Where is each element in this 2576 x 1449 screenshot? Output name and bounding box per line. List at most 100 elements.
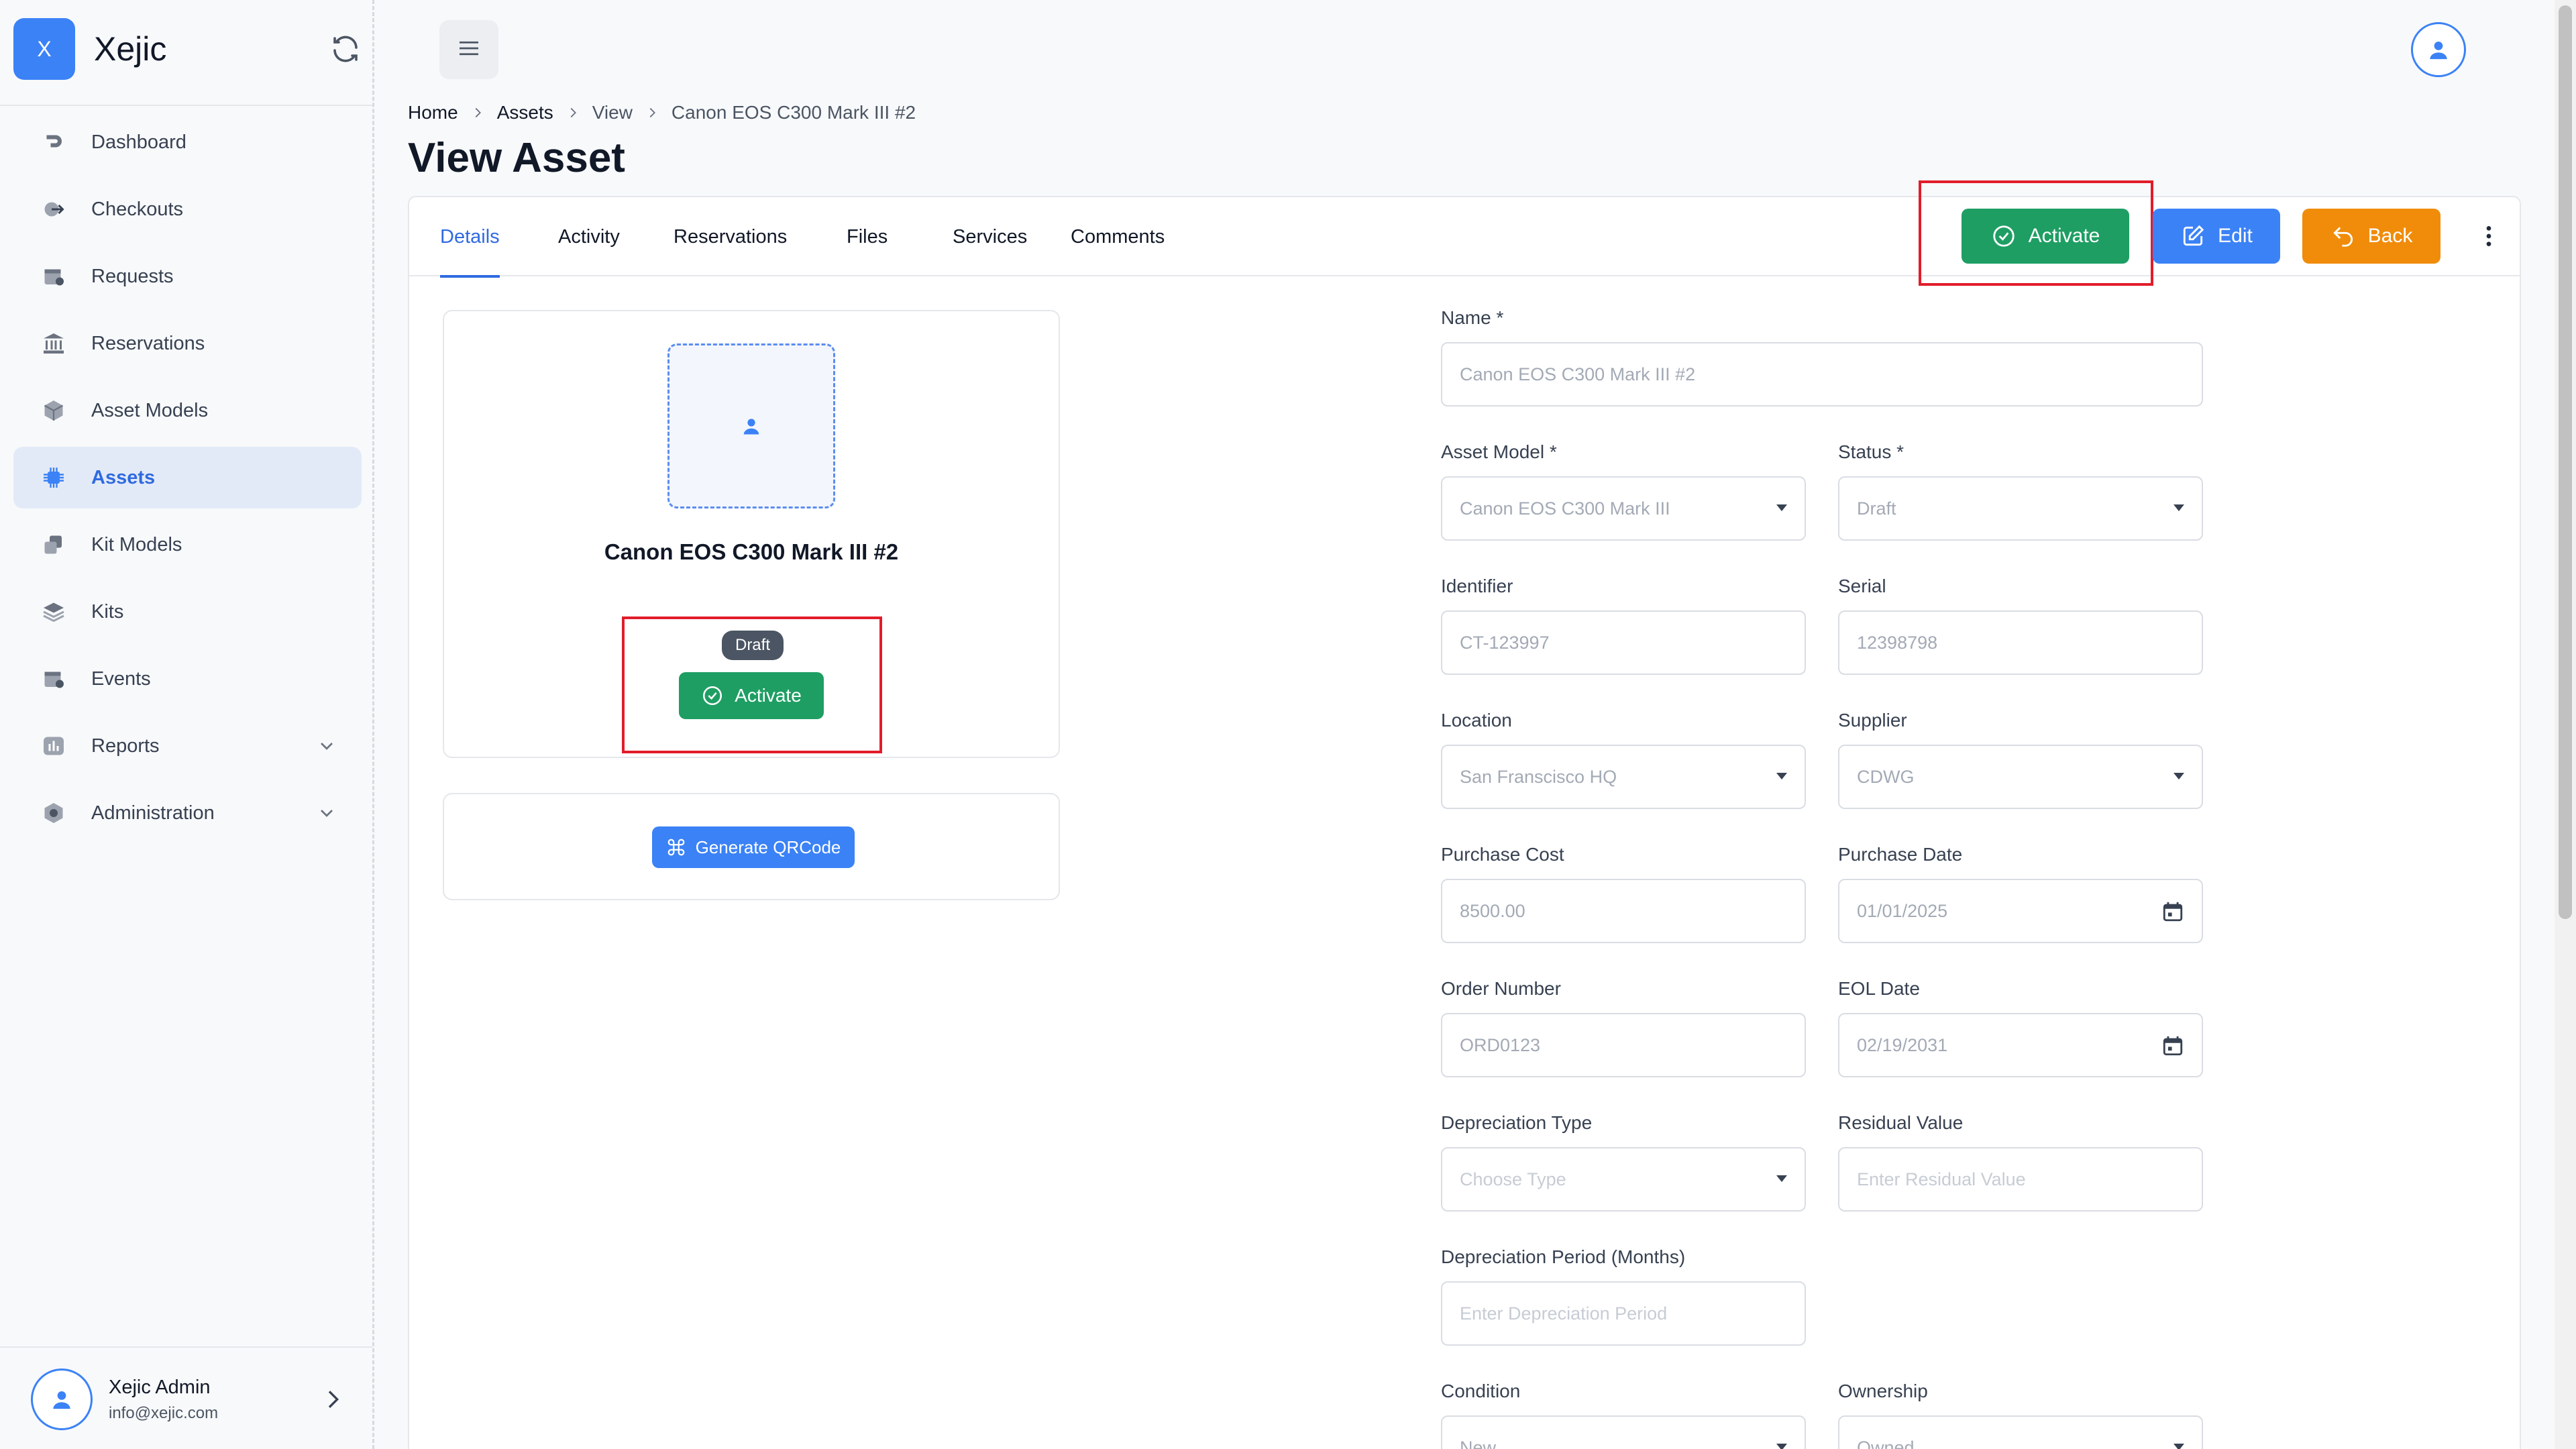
menu-toggle-button[interactable]: [439, 20, 498, 79]
asset-model-select[interactable]: Canon EOS C300 Mark III: [1441, 476, 1806, 541]
sidebar-item-assets[interactable]: Assets: [13, 447, 362, 508]
brand: X Xejic: [13, 18, 362, 80]
calendar-request-icon: [40, 263, 67, 290]
sidebar-item-kits[interactable]: Kits: [13, 581, 362, 643]
caret-down-icon: [1776, 1175, 1787, 1182]
calendar-event-icon: [40, 665, 67, 692]
residual-value-label: Residual Value: [1838, 1112, 1964, 1133]
dashboard-icon: [40, 129, 67, 156]
ownership-label: Ownership: [1838, 1381, 1928, 1401]
asset-profile-card: Canon EOS C300 Mark III #2 Draft Activat…: [443, 310, 1060, 758]
sidebar-item-kit-models[interactable]: Kit Models: [13, 514, 362, 576]
ownership-value: Owned: [1857, 1437, 1915, 1449]
location-label: Location: [1441, 710, 1512, 731]
asset-model-value: Canon EOS C300 Mark III: [1460, 498, 1670, 519]
sidebar-item-asset-models[interactable]: Asset Models: [13, 380, 362, 441]
name-input[interactable]: Canon EOS C300 Mark III #2: [1441, 342, 2203, 407]
avatar: [31, 1368, 93, 1430]
sidebar-item-reservations[interactable]: Reservations: [13, 313, 362, 374]
tab-reservations[interactable]: Reservations: [674, 197, 787, 276]
status-badge: Draft: [722, 631, 784, 660]
purchase-cost-input[interactable]: 8500.00: [1441, 879, 1806, 943]
breadcrumb-assets[interactable]: Assets: [497, 102, 553, 123]
sidebar-item-requests[interactable]: Requests: [13, 246, 362, 307]
user-icon: [743, 419, 759, 435]
caret-down-icon: [2174, 773, 2184, 780]
sidebar-nav: Dashboard Checkouts Requests Reservation…: [13, 111, 362, 849]
edit-icon: [2184, 225, 2204, 246]
bank-icon: [40, 330, 67, 357]
order-number-input[interactable]: ORD0123: [1441, 1013, 1806, 1077]
asset-image-upload[interactable]: [667, 343, 835, 508]
supplier-label: Supplier: [1838, 710, 1907, 731]
identifier-input[interactable]: CT-123997: [1441, 610, 1806, 675]
purchase-cost-label: Purchase Cost: [1441, 844, 1564, 865]
caret-down-icon: [1776, 1444, 1787, 1449]
chevron-right-icon: [475, 107, 481, 118]
sidebar-item-events[interactable]: Events: [13, 648, 362, 710]
eol-date-input[interactable]: 02/19/2031: [1838, 1013, 2203, 1077]
activate-asset-button[interactable]: Activate: [679, 672, 824, 719]
sidebar-item-label: Reservations: [91, 332, 205, 354]
supplier-select[interactable]: CDWG: [1838, 745, 2203, 809]
brand-logo[interactable]: X: [13, 18, 75, 80]
sidebar-item-administration[interactable]: Administration: [13, 782, 362, 844]
condition-select[interactable]: New: [1441, 1415, 1806, 1449]
sidebar-item-label: Assets: [91, 466, 156, 488]
serial-input[interactable]: 12398798: [1838, 610, 2203, 675]
more-options-icon[interactable]: [2475, 223, 2502, 250]
generate-qrcode-button[interactable]: Generate QRCode: [652, 826, 855, 868]
calendar-icon: [2163, 1036, 2183, 1056]
breadcrumb-view[interactable]: View: [592, 102, 633, 123]
chip-icon: [40, 464, 67, 491]
residual-value-input[interactable]: Enter Residual Value: [1838, 1147, 2203, 1212]
brand-name[interactable]: Xejic: [94, 30, 166, 68]
refresh-icon[interactable]: [329, 33, 362, 65]
activate-button[interactable]: Activate: [1962, 209, 2129, 264]
chevron-right-icon[interactable]: [319, 1386, 346, 1413]
eol-date-value: 02/19/2031: [1857, 1034, 1948, 1055]
profile-avatar-button[interactable]: [2411, 22, 2466, 77]
edit-label: Edit: [2218, 225, 2253, 247]
sidebar-item-reports[interactable]: Reports: [13, 715, 362, 777]
tab-activity[interactable]: Activity: [558, 197, 620, 276]
depreciation-type-label: Depreciation Type: [1441, 1112, 1593, 1133]
scrollbar-thumb[interactable]: [2559, 5, 2572, 919]
back-button[interactable]: Back: [2302, 209, 2440, 264]
cube-icon: [40, 397, 67, 424]
chevron-down-icon: [316, 802, 337, 824]
sidebar-item-checkouts[interactable]: Checkouts: [13, 178, 362, 240]
breadcrumb-home[interactable]: Home: [408, 102, 458, 123]
chevron-down-icon: [316, 735, 337, 757]
back-label: Back: [2367, 225, 2413, 247]
hamburger-icon: [455, 34, 483, 66]
depreciation-period-input[interactable]: Enter Depreciation Period: [1441, 1281, 1806, 1346]
qr-card: Generate QRCode: [443, 793, 1060, 900]
edit-button[interactable]: Edit: [2153, 209, 2280, 264]
identifier-label: Identifier: [1441, 576, 1513, 596]
page-scrollbar[interactable]: [2555, 0, 2576, 1449]
purchase-date-input[interactable]: 01/01/2025: [1838, 879, 2203, 943]
user-menu[interactable]: Xejic Admin info@xejic.com: [31, 1368, 360, 1430]
location-select[interactable]: San Franscisco HQ: [1441, 745, 1806, 809]
tab-details[interactable]: Details: [440, 197, 500, 278]
tab-files[interactable]: Files: [847, 197, 888, 276]
page-title: View Asset: [408, 135, 625, 181]
check-circle-icon: [703, 686, 722, 706]
sidebar-item-dashboard[interactable]: Dashboard: [13, 111, 362, 173]
tab-comments[interactable]: Comments: [1071, 197, 1165, 276]
depreciation-type-select[interactable]: Choose Type: [1441, 1147, 1806, 1212]
asset-name: Canon EOS C300 Mark III #2: [604, 539, 899, 564]
breadcrumb: Home Assets View Canon EOS C300 Mark III…: [408, 102, 916, 123]
ownership-select[interactable]: Owned: [1838, 1415, 2203, 1449]
status-value: Draft: [1857, 498, 1896, 519]
chevron-right-icon: [649, 107, 655, 118]
report-icon: [40, 733, 67, 759]
tab-services[interactable]: Services: [953, 197, 1027, 276]
user-icon: [53, 1391, 70, 1409]
status-select[interactable]: Draft: [1838, 476, 2203, 541]
sidebar-item-label: Asset Models: [91, 399, 209, 421]
eol-date-label: EOL Date: [1838, 978, 1920, 999]
serial-label: Serial: [1838, 576, 1886, 596]
sidebar-item-label: Requests: [91, 265, 174, 287]
